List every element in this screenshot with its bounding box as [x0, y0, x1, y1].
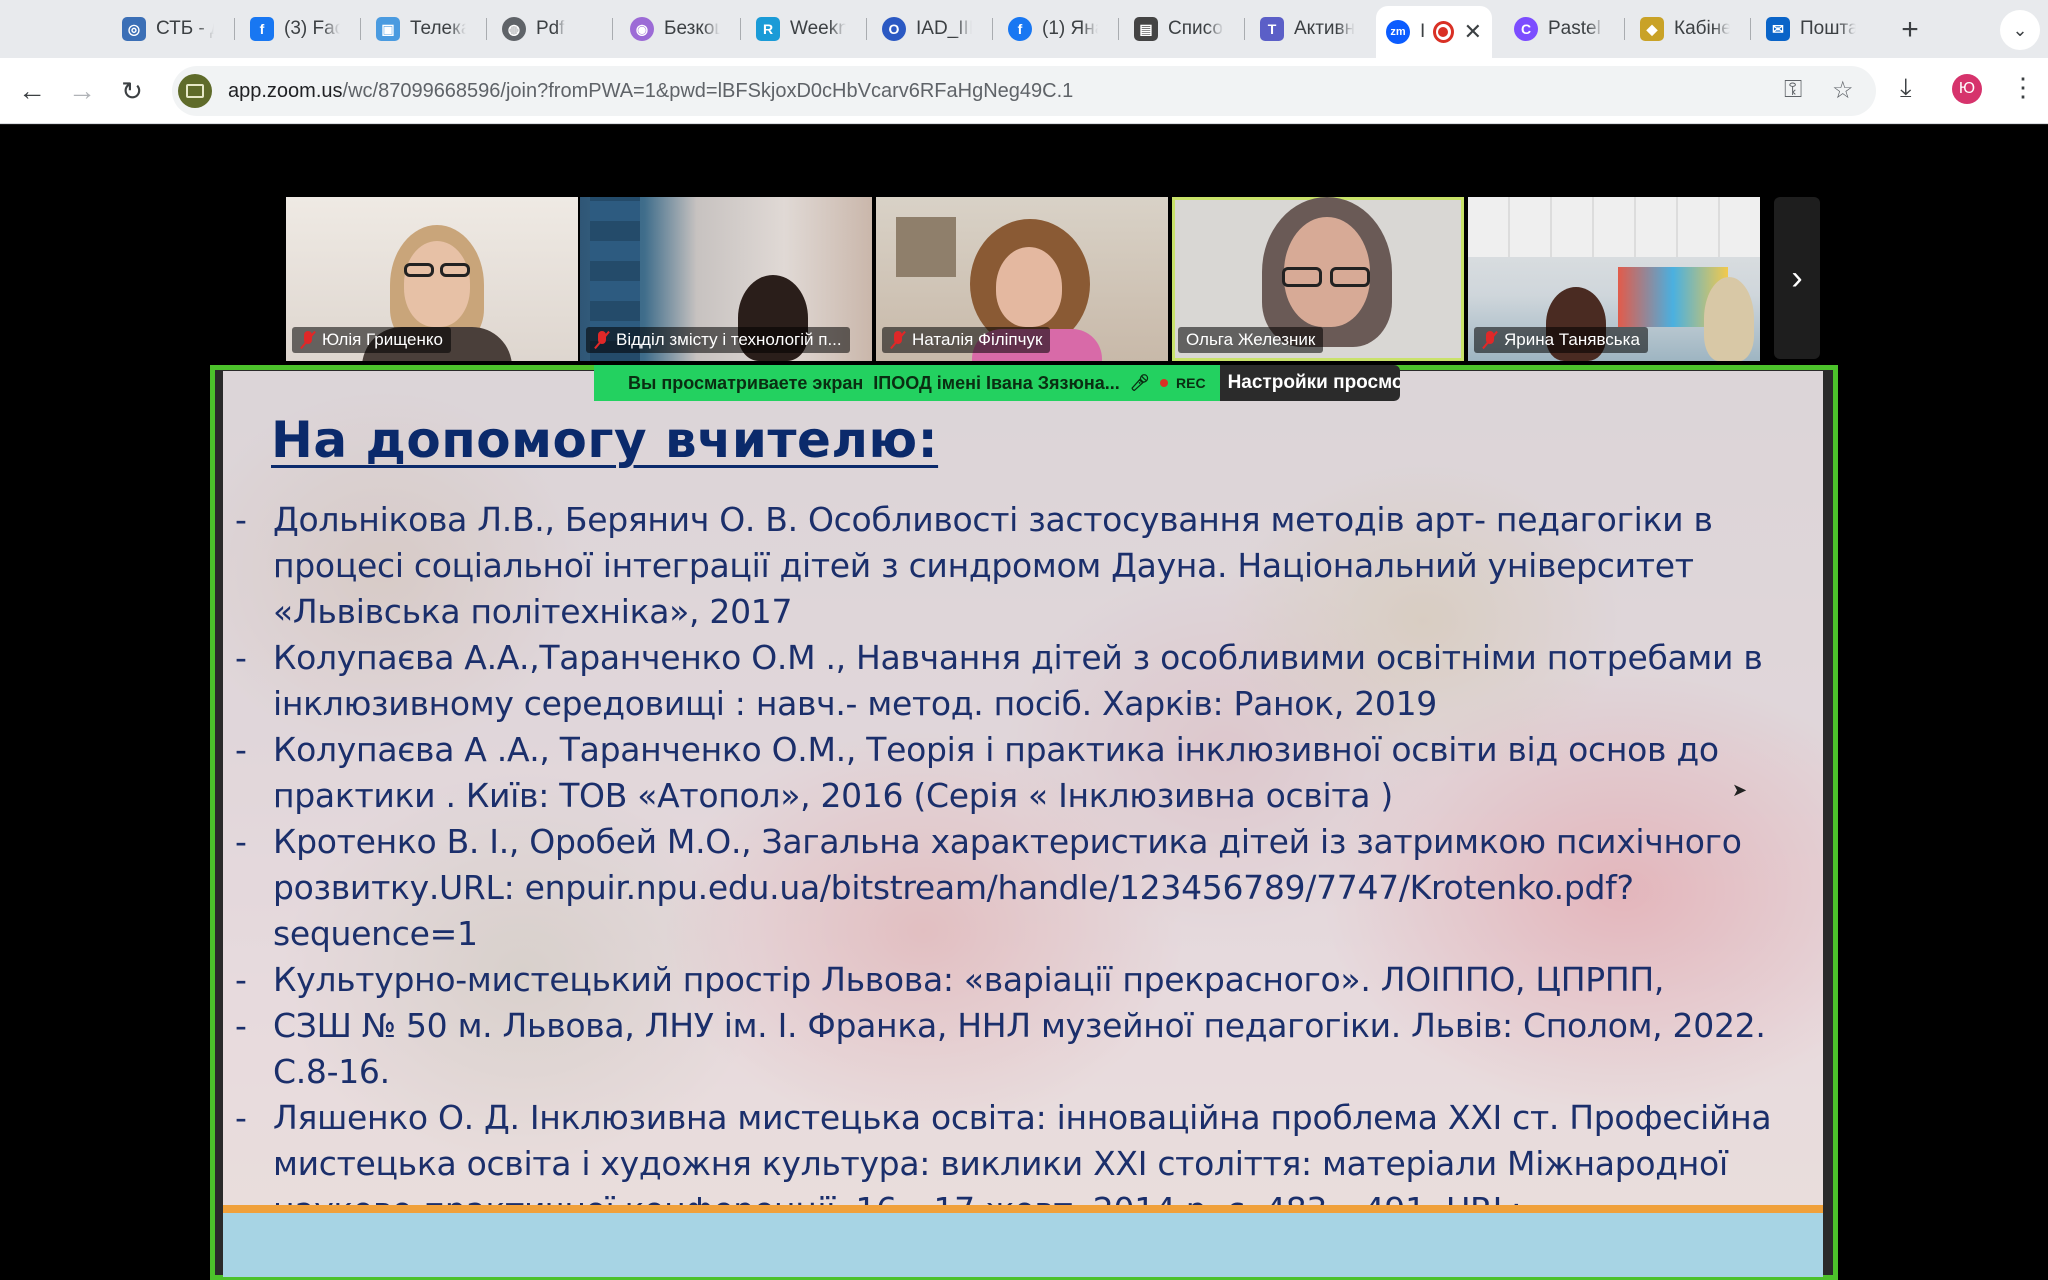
participant-video-tile[interactable]: Ярина Танявська — [1468, 197, 1760, 361]
recording-icon — [1432, 21, 1454, 43]
tab-favicon-icon: ▤ — [1134, 17, 1158, 41]
participant-video-tile-active-speaker[interactable]: Ольга Железник — [1172, 197, 1464, 361]
list-item: - Кротенко В. І., Оробей М.О., Загальна х… — [235, 822, 1742, 953]
mouse-cursor-icon: ➤ — [1732, 780, 1748, 800]
browser-tab[interactable]: ◎ СТБ - д — [112, 8, 224, 50]
tab-title: Pdf — [536, 18, 565, 39]
outlook-icon: ✉ — [1766, 17, 1790, 41]
browser-tab[interactable]: ◆ Кабінет — [1630, 8, 1740, 50]
address-bar[interactable]: app.zoom.us/wc/87099668596/join?fromPWA=… — [172, 66, 1876, 116]
tab-title: СТБ - д — [156, 18, 214, 39]
participant-name-tag: Відділ змісту і технологій п... — [586, 327, 850, 353]
microphone-muted-icon — [890, 330, 906, 350]
tab-favicon-icon: R — [756, 17, 780, 41]
tab-favicon-icon: O — [882, 17, 906, 41]
teams-icon: T — [1260, 17, 1284, 41]
browser-tabstrip: ◎ СТБ - д f (3) Face ▣ Телека ◍ Pdf ◉ Бе… — [0, 0, 2048, 58]
forward-button[interactable]: → — [60, 69, 104, 113]
participant-name-tag: Юлія Грищенко — [292, 327, 451, 353]
list-item: - Колупаєва А.А.,Таранченко О.М ., Навчан… — [235, 638, 1763, 723]
key-icon[interactable]: ⚿ — [1784, 76, 1802, 104]
browser-tab[interactable]: R Weekno — [746, 8, 856, 50]
tab-favicon-icon: C — [1514, 17, 1538, 41]
tab-title: Безкош — [664, 18, 720, 39]
participant-name-tag: Ольга Железник — [1178, 327, 1324, 353]
menu-icon[interactable]: ⋮ — [2010, 72, 2036, 103]
site-info-icon[interactable] — [178, 74, 212, 108]
download-icon[interactable]: ⤓ — [1900, 72, 1912, 104]
tab-title: Пошта — [1800, 18, 1856, 39]
tab-title: Weekno — [790, 18, 846, 39]
recording-indicator: REC — [1160, 375, 1206, 391]
participant-video-tile[interactable]: Відділ змісту і технологій п... — [580, 197, 872, 361]
gallery-next-button[interactable]: › — [1774, 197, 1820, 359]
tab-title: Кабінет — [1674, 18, 1730, 39]
list-item: - Колупаєва А .А., Таранченко О.М., Теорі… — [235, 730, 1719, 815]
reload-button[interactable]: ↻ — [110, 69, 154, 113]
tab-favicon-icon: ◆ — [1640, 17, 1664, 41]
tab-title: Список — [1168, 18, 1224, 39]
browser-tab[interactable]: f (3) Face — [240, 8, 350, 50]
slide-title: На допомогу вчителю: — [271, 411, 939, 469]
zoom-meeting: Юлія Грищенко Відділ змісту і технологій… — [0, 125, 2048, 1280]
globe-icon: ◍ — [502, 17, 526, 41]
participant-video-tile[interactable]: Наталія Філіпчук — [876, 197, 1168, 361]
slide-footer — [223, 1213, 1823, 1277]
close-tab-icon[interactable]: ✕ — [1464, 19, 1482, 45]
tab-favicon-icon: ◎ — [122, 17, 146, 41]
browser-tab[interactable]: T Активн — [1250, 8, 1366, 50]
participant-name-tag: Наталія Філіпчук — [882, 327, 1051, 353]
reference-list: - Дольнікова Л.В., Берянич О. В. Особливо… — [223, 497, 1823, 1277]
new-tab-button[interactable]: + — [1890, 10, 1930, 50]
tab-title: I — [1420, 21, 1425, 42]
browser-tab-active[interactable]: zm I ✕ — [1376, 6, 1492, 58]
tab-favicon-icon: ▣ — [376, 17, 400, 41]
browser-tab[interactable]: ◍ Pdf — [492, 8, 602, 50]
list-item: - СЗШ № 50 м. Львова, ЛНУ ім. І. Франка, … — [235, 1006, 1766, 1091]
tab-title: (3) Face — [284, 18, 340, 39]
avatar[interactable]: Ю — [1952, 74, 1982, 104]
back-button[interactable]: ← — [10, 69, 54, 113]
browser-tab[interactable]: ◉ Безкош — [620, 8, 730, 50]
tab-title: IAD_III_ — [916, 18, 972, 39]
tab-title: Телека — [410, 18, 466, 39]
tab-title: Pastel E — [1548, 18, 1604, 39]
url-text[interactable]: app.zoom.us/wc/87099668596/join?fromPWA=… — [228, 80, 1073, 103]
tab-title: Активн — [1294, 18, 1356, 39]
view-options-button[interactable]: Настройки просмотра — [1219, 365, 1400, 401]
facebook-icon: f — [250, 17, 274, 41]
slide-footer-stripe — [223, 1205, 1823, 1213]
microphone-muted-icon — [300, 330, 316, 350]
list-item: - Культурно-мистецький простір Львова: «в… — [235, 960, 1665, 999]
microphone-muted-icon — [594, 330, 610, 350]
browser-tab[interactable]: ▤ Список — [1124, 8, 1234, 50]
screen-share-banner: Вы просматриваете экран ІПООД імені Іван… — [594, 365, 1400, 401]
viewing-share-label: Вы просматриваете экран ІПООД імені Іван… — [594, 365, 1220, 401]
zoom-icon: zm — [1386, 20, 1410, 44]
microphone-muted-icon — [1482, 330, 1498, 350]
shared-slide: На допомогу вчителю: - Дольнікова Л.В., Б… — [223, 371, 1823, 1277]
participant-video-tile[interactable]: Юлія Грищенко — [286, 197, 578, 361]
bookmark-star-icon[interactable]: ☆ — [1832, 76, 1854, 105]
browser-tab[interactable]: ▣ Телека — [366, 8, 476, 50]
participant-name-tag: Ярина Танявська — [1474, 327, 1648, 353]
browser-toolbar: ← → ↻ app.zoom.us/wc/87099668596/join?fr… — [0, 58, 2048, 124]
facebook-icon: f — [1008, 17, 1032, 41]
browser-tab[interactable]: ✉ Пошта — [1756, 8, 1866, 50]
list-item: - Дольнікова Л.В., Берянич О. В. Особливо… — [235, 500, 1713, 631]
microphone-icon: 🎤︎ — [1129, 375, 1151, 392]
browser-tab[interactable]: C Pastel E — [1504, 8, 1614, 50]
browser-tab[interactable]: f (1) Яна — [998, 8, 1108, 50]
tab-favicon-icon: ◉ — [630, 17, 654, 41]
browser-tab[interactable]: O IAD_III_ — [872, 8, 982, 50]
tab-search-button[interactable]: ⌄ — [2000, 10, 2040, 50]
tab-title: (1) Яна — [1042, 18, 1098, 39]
